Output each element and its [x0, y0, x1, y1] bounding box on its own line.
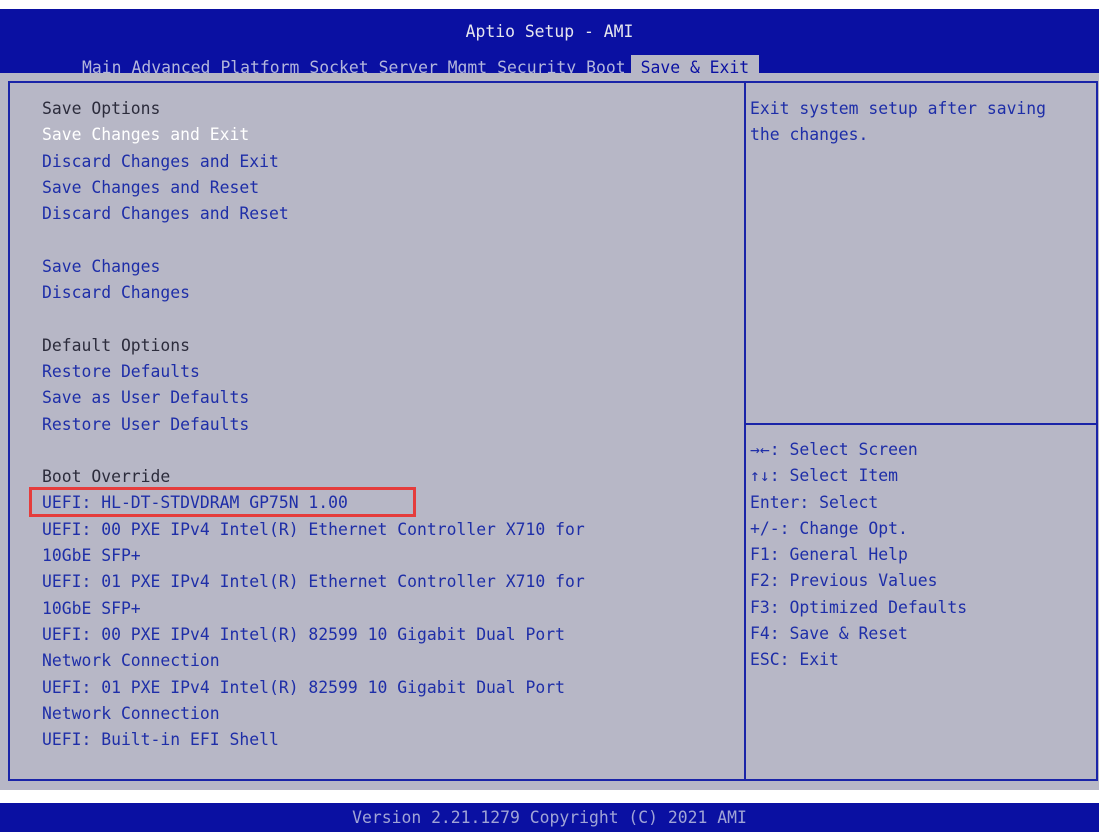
footer-version: Version 2.21.1279 Copyright (C) 2021 AMI: [0, 803, 1099, 832]
highlight-annotation-box: [29, 487, 416, 517]
vertical-divider: [744, 81, 746, 781]
boot-override-pxe-x710-port0-option[interactable]: UEFI: 00 PXE IPv4 Intel(R) Ethernet Cont…: [42, 517, 732, 543]
key-save-and-reset: F4: Save & Reset: [750, 624, 908, 644]
main-panel: Save Options Save Changes and Exit Disca…: [0, 73, 1099, 790]
key-general-help: F1: General Help: [750, 545, 908, 565]
restore-defaults-option[interactable]: Restore Defaults: [42, 359, 732, 385]
key-enter-select: Enter: Select: [750, 492, 879, 512]
key-select-item: ↑↓: Select Item: [750, 466, 899, 486]
options-list: Save Options Save Changes and Exit Disca…: [42, 96, 732, 753]
boot-override-pxe-82599-port0-option[interactable]: UEFI: 00 PXE IPv4 Intel(R) 82599 10 Giga…: [42, 622, 732, 648]
discard-changes-and-exit-option[interactable]: Discard Changes and Exit: [42, 149, 732, 175]
boot-override-pxe-82599-port1-continued[interactable]: Network Connection: [42, 701, 732, 727]
restore-user-defaults-option[interactable]: Restore User Defaults: [42, 412, 732, 438]
default-options-heading: Default Options: [42, 335, 191, 355]
help-line: Exit system setup after saving: [750, 99, 1047, 118]
header-bar: Aptio Setup - AMI Main Advanced Platform…: [0, 9, 1099, 81]
save-as-user-defaults-option[interactable]: Save as User Defaults: [42, 385, 732, 411]
key-legend: →←: Select Screen ↑↓: Select Item Enter:…: [750, 437, 1095, 674]
discard-changes-option[interactable]: Discard Changes: [42, 280, 732, 306]
discard-changes-and-reset-option[interactable]: Discard Changes and Reset: [42, 201, 732, 227]
boot-override-pxe-x710-port0-continued[interactable]: 10GbE SFP+: [42, 543, 732, 569]
save-changes-and-reset-option[interactable]: Save Changes and Reset: [42, 175, 732, 201]
key-change-opt: +/-: Change Opt.: [750, 518, 908, 538]
key-previous-values: F2: Previous Values: [750, 571, 938, 591]
boot-override-pxe-82599-port0-continued[interactable]: Network Connection: [42, 648, 732, 674]
key-optimized-defaults: F3: Optimized Defaults: [750, 597, 968, 617]
key-esc-exit: ESC: Exit: [750, 650, 839, 670]
help-line: the changes.: [750, 125, 869, 145]
save-changes-and-exit-option[interactable]: Save Changes and Exit: [42, 122, 732, 148]
save-changes-option[interactable]: Save Changes: [42, 254, 732, 280]
window-title: Aptio Setup - AMI: [465, 22, 634, 41]
boot-override-pxe-82599-port1-option[interactable]: UEFI: 01 PXE IPv4 Intel(R) 82599 10 Giga…: [42, 675, 732, 701]
horizontal-divider: [746, 423, 1098, 425]
key-select-screen: →←: Select Screen: [750, 440, 918, 459]
save-options-heading: Save Options: [42, 99, 161, 118]
boot-override-pxe-x710-port1-continued[interactable]: 10GbE SFP+: [42, 596, 732, 622]
boot-override-efi-shell-option[interactable]: UEFI: Built-in EFI Shell: [42, 727, 732, 753]
boot-override-pxe-x710-port1-option[interactable]: UEFI: 01 PXE IPv4 Intel(R) Ethernet Cont…: [42, 569, 732, 595]
help-text: Exit system setup after saving the chang…: [750, 96, 1095, 149]
